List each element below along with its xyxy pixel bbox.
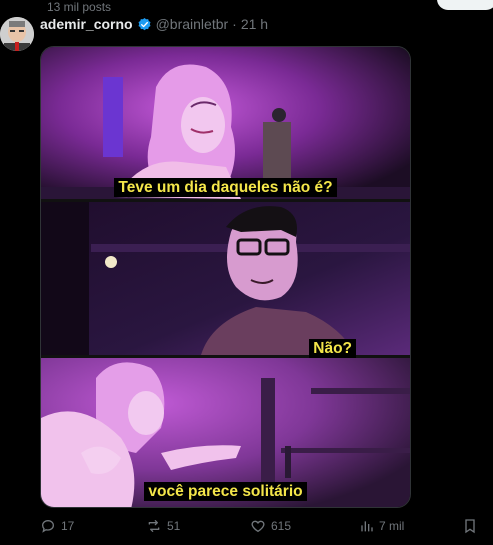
comic-panel-2-art [41, 202, 410, 355]
like-count: 615 [271, 519, 292, 533]
repost-button[interactable]: 51 [146, 518, 180, 534]
reply-button[interactable]: 17 [40, 518, 74, 534]
bookmark-button[interactable] [462, 518, 478, 534]
author-handle[interactable]: @brainletbr [156, 16, 229, 32]
comic-panel-2 [41, 202, 410, 355]
post-actions: 17 51 615 7 mil [40, 518, 493, 538]
top-right-button[interactable] [437, 0, 493, 10]
avatar-image [0, 17, 34, 51]
comic-panel-3-art [41, 358, 410, 507]
reply-count: 17 [61, 519, 75, 533]
bookmark-icon [465, 519, 475, 534]
post-time[interactable]: 21 h [241, 16, 268, 32]
author-name[interactable]: ademir_corno [40, 16, 133, 32]
heart-icon [251, 520, 265, 533]
posts-count: 13 mil posts [47, 0, 112, 14]
repost-count: 51 [167, 519, 181, 533]
comic-panel-1: Teve um dia daqueles não é? [41, 47, 410, 199]
comic-panel-1-art [41, 47, 410, 199]
avatar[interactable] [0, 17, 34, 51]
post-header: ademir_corno @brainletbr · 21 h [40, 16, 268, 32]
verified-badge-icon [138, 17, 151, 30]
views-button[interactable]: 7 mil [358, 518, 404, 534]
dot-separator: · [232, 16, 237, 32]
post-media[interactable]: Teve um dia daqueles não é? você parece … [40, 46, 411, 508]
views-bar-chart-icon [361, 521, 373, 532]
comic-panel-3: você parece solitário [41, 358, 410, 507]
like-button[interactable]: 615 [250, 518, 291, 534]
repost-icon [148, 520, 160, 532]
reply-icon [41, 519, 55, 533]
views-count: 7 mil [379, 519, 405, 533]
